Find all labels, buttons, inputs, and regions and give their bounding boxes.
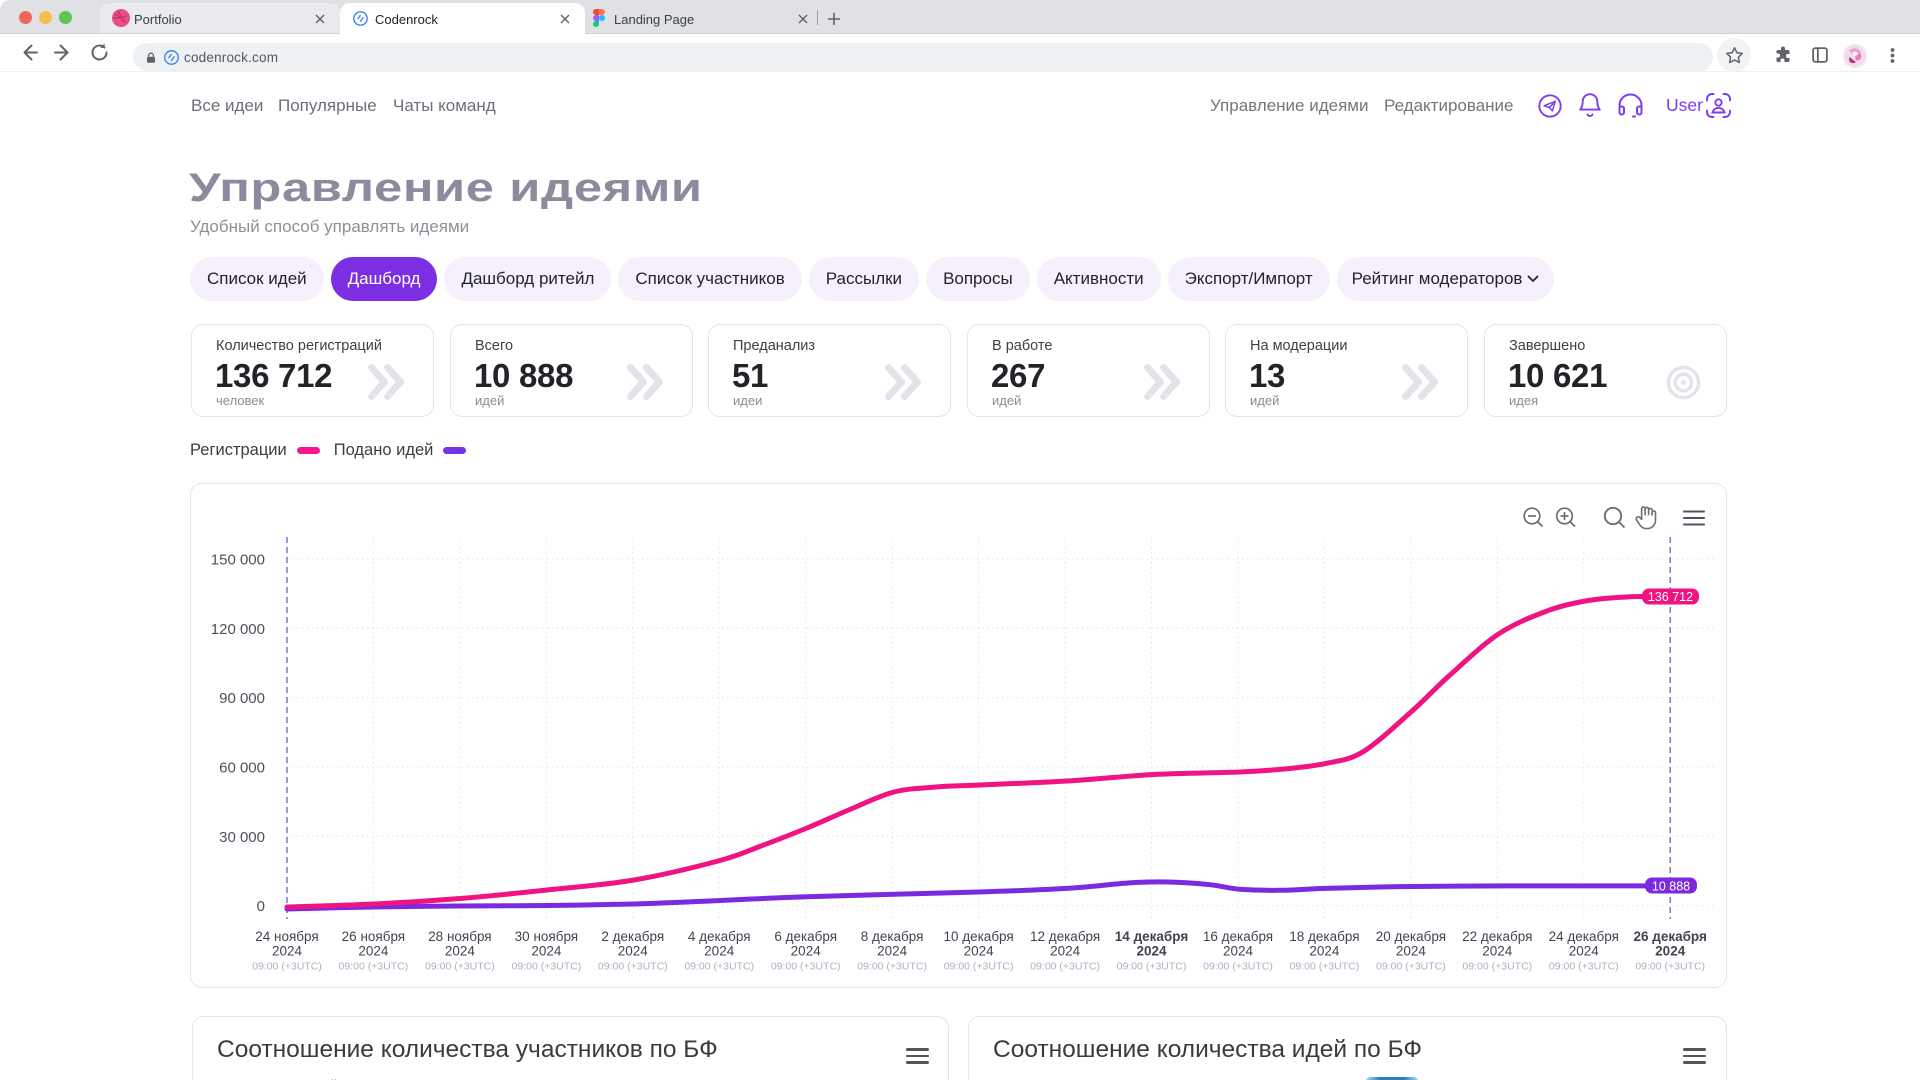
svg-text:20 декабря: 20 декабря xyxy=(1376,929,1446,944)
svg-text:2024: 2024 xyxy=(1482,944,1513,959)
svg-text:18 декабря: 18 декабря xyxy=(1289,929,1359,944)
svg-text:09:00 (+3UTC): 09:00 (+3UTC) xyxy=(944,961,1014,973)
svg-text:2024: 2024 xyxy=(1309,944,1340,959)
svg-text:26 ноября: 26 ноября xyxy=(342,929,405,944)
svg-text:28 ноября: 28 ноября xyxy=(428,929,491,944)
svg-text:0: 0 xyxy=(257,898,265,915)
svg-text:09:00 (+3UTC): 09:00 (+3UTC) xyxy=(1462,961,1532,973)
svg-text:136 712: 136 712 xyxy=(1648,590,1693,604)
svg-text:09:00 (+3UTC): 09:00 (+3UTC) xyxy=(1635,961,1705,973)
svg-text:2024: 2024 xyxy=(358,944,389,959)
svg-text:2024: 2024 xyxy=(531,944,562,959)
svg-text:09:00 (+3UTC): 09:00 (+3UTC) xyxy=(857,961,927,973)
svg-text:2024: 2024 xyxy=(1655,944,1686,959)
svg-text:30 ноября: 30 ноября xyxy=(515,929,578,944)
svg-text:2024: 2024 xyxy=(1223,944,1254,959)
svg-text:09:00 (+3UTC): 09:00 (+3UTC) xyxy=(1203,961,1273,973)
svg-text:120 000: 120 000 xyxy=(211,621,265,638)
svg-text:09:00 (+3UTC): 09:00 (+3UTC) xyxy=(1290,961,1360,973)
svg-text:60 000: 60 000 xyxy=(219,760,265,777)
svg-text:2024: 2024 xyxy=(1050,944,1081,959)
svg-text:4 декабря: 4 декабря xyxy=(688,929,751,944)
svg-text:22 декабря: 22 декабря xyxy=(1462,929,1532,944)
svg-text:10 888: 10 888 xyxy=(1652,880,1690,894)
svg-text:09:00 (+3UTC): 09:00 (+3UTC) xyxy=(512,961,582,973)
svg-text:2024: 2024 xyxy=(791,944,822,959)
svg-text:14 декабря: 14 декабря xyxy=(1115,929,1188,944)
svg-text:2024: 2024 xyxy=(1136,944,1167,959)
svg-text:8 декабря: 8 декабря xyxy=(861,929,924,944)
svg-text:24 декабря: 24 декабря xyxy=(1549,929,1619,944)
svg-text:30 000: 30 000 xyxy=(219,829,265,846)
svg-text:16 декабря: 16 декабря xyxy=(1203,929,1273,944)
svg-text:150 000: 150 000 xyxy=(211,552,265,569)
svg-text:09:00 (+3UTC): 09:00 (+3UTC) xyxy=(1549,961,1619,973)
svg-text:12 декабря: 12 декабря xyxy=(1030,929,1100,944)
svg-text:26 декабря: 26 декабря xyxy=(1633,929,1706,944)
svg-text:09:00 (+3UTC): 09:00 (+3UTC) xyxy=(1376,961,1446,973)
svg-text:2024: 2024 xyxy=(877,944,908,959)
svg-text:6 декабря: 6 декабря xyxy=(774,929,837,944)
svg-text:09:00 (+3UTC): 09:00 (+3UTC) xyxy=(425,961,495,973)
svg-text:09:00 (+3UTC): 09:00 (+3UTC) xyxy=(339,961,409,973)
svg-text:2024: 2024 xyxy=(964,944,995,959)
svg-text:09:00 (+3UTC): 09:00 (+3UTC) xyxy=(598,961,668,973)
svg-text:2024: 2024 xyxy=(445,944,476,959)
svg-text:09:00 (+3UTC): 09:00 (+3UTC) xyxy=(1117,961,1187,973)
svg-text:2024: 2024 xyxy=(272,944,303,959)
svg-text:2024: 2024 xyxy=(1396,944,1427,959)
svg-text:09:00 (+3UTC): 09:00 (+3UTC) xyxy=(684,961,754,973)
svg-text:90 000: 90 000 xyxy=(219,690,265,707)
svg-text:2024: 2024 xyxy=(1569,944,1600,959)
svg-text:24 ноября: 24 ноября xyxy=(255,929,318,944)
svg-text:09:00 (+3UTC): 09:00 (+3UTC) xyxy=(1030,961,1100,973)
svg-text:2024: 2024 xyxy=(618,944,649,959)
svg-text:2 декабря: 2 декабря xyxy=(601,929,664,944)
svg-text:09:00 (+3UTC): 09:00 (+3UTC) xyxy=(771,961,841,973)
svg-text:10 декабря: 10 декабря xyxy=(943,929,1013,944)
svg-text:09:00 (+3UTC): 09:00 (+3UTC) xyxy=(252,961,322,973)
svg-text:2024: 2024 xyxy=(704,944,735,959)
